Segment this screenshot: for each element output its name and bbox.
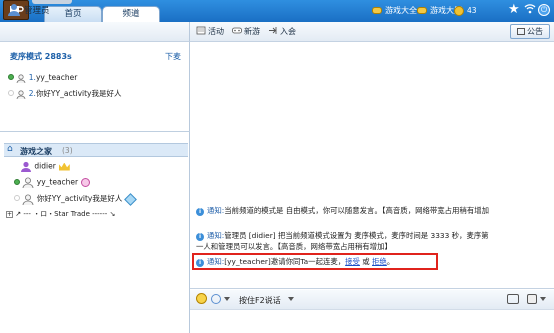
info-icon: i	[196, 259, 204, 267]
member-item[interactable]: didier	[20, 161, 70, 172]
left-header	[0, 22, 190, 42]
activity-button[interactable]: 活动	[196, 26, 224, 37]
expand-icon[interactable]: +	[6, 210, 13, 218]
user-icon	[22, 194, 34, 205]
gamepad-icon	[372, 7, 382, 14]
diamond-badge-icon	[124, 192, 138, 206]
settings-icon[interactable]	[527, 294, 537, 304]
coin-count: 43	[467, 6, 477, 15]
push-to-talk-button[interactable]: 按住F2说话	[239, 295, 281, 306]
coin-icon	[454, 6, 464, 16]
crown-icon	[58, 162, 70, 171]
queue-item[interactable]: 2.你好YY_activity我是好人	[8, 88, 122, 99]
leave-mic-link[interactable]: 下麦	[165, 51, 181, 62]
enter-icon	[269, 27, 277, 34]
reject-link[interactable]: 拒绝	[372, 257, 387, 266]
mic-queue-mode: 麦序模式 2883s	[10, 52, 72, 61]
flag-icon	[196, 26, 206, 35]
power-icon[interactable]: ⏻	[538, 4, 550, 16]
accept-link[interactable]: 接受	[345, 257, 360, 266]
system-message-cont: 一人和管理员可以发言。【高音质，网络带宽占用稍有增加】	[196, 242, 392, 251]
channel-name[interactable]: 游戏之家	[20, 146, 52, 157]
system-message: i 通知:管理员 [didier] 把当前频道模式设置为 麦序模式，麦序时间是 3…	[196, 230, 489, 241]
system-message: i 通知:当前频道的模式是 自由模式，你可以随意发言。【高音质，网络带宽占用稍有增…	[196, 205, 489, 216]
vip-badge-icon	[81, 178, 91, 187]
star-icon[interactable]: ★	[508, 2, 520, 18]
chevron-down-icon[interactable]	[288, 297, 294, 301]
admin-label: 管理员	[24, 6, 50, 16]
queue-item[interactable]: 1.yy_teacher	[8, 73, 77, 83]
home-icon: ⌂	[7, 144, 13, 154]
enter-button[interactable]: 入会	[268, 26, 296, 37]
tab-home[interactable]: 首页	[44, 6, 102, 22]
user-icon	[22, 177, 34, 188]
signal-icon	[524, 3, 536, 17]
emoji-icon[interactable]	[196, 293, 207, 304]
member-item[interactable]: 你好YY_activity我是好人	[14, 192, 138, 206]
chat-scrollbar[interactable]	[545, 42, 554, 288]
member-item[interactable]: yy_teacher	[14, 177, 91, 188]
game-center-link[interactable]: 游戏大全	[372, 4, 417, 18]
gamepad-icon	[232, 27, 242, 34]
offline-dot-icon	[14, 195, 20, 201]
online-dot-icon	[14, 178, 20, 185]
message-icon[interactable]	[507, 294, 519, 304]
admin-user-icon	[7, 3, 21, 18]
info-icon: i	[196, 233, 204, 241]
chevron-down-icon[interactable]	[224, 297, 230, 301]
mic-invite-message: i 通知:[yy_teacher]邀请你同Ta一起连麦，接受 或 拒绝。	[196, 256, 394, 267]
channel-member-count: (3)	[62, 146, 73, 155]
online-dot-icon	[8, 74, 14, 80]
new-game-button[interactable]: 新游	[232, 26, 260, 37]
user-icon	[16, 73, 26, 83]
offline-dot-icon	[8, 90, 14, 96]
owner-user-icon	[21, 161, 31, 172]
voice-settings-icon[interactable]	[211, 294, 221, 304]
panel-divider	[0, 131, 190, 133]
notice-button[interactable]: 公告	[510, 24, 550, 39]
gamepad-icon	[417, 7, 427, 14]
notice-icon	[517, 28, 525, 35]
info-icon: i	[196, 208, 204, 216]
chevron-down-icon[interactable]	[540, 297, 546, 301]
tab-channel[interactable]: 频道	[102, 6, 160, 22]
user-icon	[16, 89, 26, 99]
subchannel-item[interactable]: + ↗ ‐‐‐ ・ロ・Star Trade ‐‐‐‐‐‐ ↘	[6, 209, 115, 219]
